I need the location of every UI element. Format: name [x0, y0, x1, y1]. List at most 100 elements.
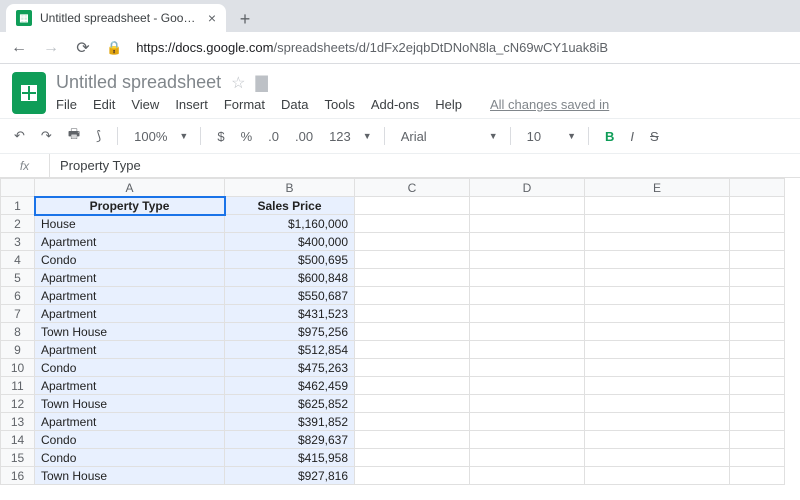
cell-E5[interactable]: [585, 269, 730, 287]
menu-addons[interactable]: Add-ons: [371, 97, 419, 112]
cell-A2[interactable]: House: [35, 215, 225, 233]
zoom-select[interactable]: 100%: [130, 127, 171, 146]
cell-B13[interactable]: $391,852: [225, 413, 355, 431]
col-header-B[interactable]: B: [225, 179, 355, 197]
cell-extra4[interactable]: [730, 251, 785, 269]
star-icon[interactable]: ☆: [231, 73, 245, 93]
cell-E16[interactable]: [585, 467, 730, 485]
cell-extra5[interactable]: [730, 269, 785, 287]
cell-D5[interactable]: [470, 269, 585, 287]
cell-D4[interactable]: [470, 251, 585, 269]
forward-button[interactable]: →: [42, 39, 60, 57]
cell-C3[interactable]: [355, 233, 470, 251]
cell-A9[interactable]: Apartment: [35, 341, 225, 359]
row-header-14[interactable]: 14: [1, 431, 35, 449]
row-header-11[interactable]: 11: [1, 377, 35, 395]
cell-B5[interactable]: $600,848: [225, 269, 355, 287]
cell-E12[interactable]: [585, 395, 730, 413]
sheets-logo[interactable]: [12, 72, 46, 114]
cell-extra14[interactable]: [730, 431, 785, 449]
cell-C12[interactable]: [355, 395, 470, 413]
row-header-13[interactable]: 13: [1, 413, 35, 431]
cell-E6[interactable]: [585, 287, 730, 305]
cell-D7[interactable]: [470, 305, 585, 323]
cell-A8[interactable]: Town House: [35, 323, 225, 341]
cell-E1[interactable]: [585, 197, 730, 215]
cell-D14[interactable]: [470, 431, 585, 449]
cell-B2[interactable]: $1,160,000: [225, 215, 355, 233]
cell-D9[interactable]: [470, 341, 585, 359]
cell-E15[interactable]: [585, 449, 730, 467]
cell-E4[interactable]: [585, 251, 730, 269]
cell-C11[interactable]: [355, 377, 470, 395]
cell-E13[interactable]: [585, 413, 730, 431]
row-header-7[interactable]: 7: [1, 305, 35, 323]
cell-D12[interactable]: [470, 395, 585, 413]
number-format-select[interactable]: 123: [325, 127, 355, 146]
cell-A1[interactable]: Property Type: [35, 197, 225, 215]
new-tab-button[interactable]: +: [232, 6, 258, 32]
cell-D10[interactable]: [470, 359, 585, 377]
cell-B16[interactable]: $927,816: [225, 467, 355, 485]
doc-title[interactable]: Untitled spreadsheet: [56, 72, 221, 93]
save-status[interactable]: All changes saved in: [490, 97, 609, 112]
cell-A15[interactable]: Condo: [35, 449, 225, 467]
cell-C1[interactable]: [355, 197, 470, 215]
cell-E10[interactable]: [585, 359, 730, 377]
url-field[interactable]: https://docs.google.com/spreadsheets/d/1…: [136, 40, 790, 55]
cell-extra1[interactable]: [730, 197, 785, 215]
cell-A16[interactable]: Town House: [35, 467, 225, 485]
col-header-extra[interactable]: [730, 179, 785, 197]
cell-C8[interactable]: [355, 323, 470, 341]
formula-input[interactable]: Property Type: [50, 158, 141, 173]
cell-extra9[interactable]: [730, 341, 785, 359]
paint-format-button[interactable]: ⟆: [92, 126, 105, 146]
cell-B4[interactable]: $500,695: [225, 251, 355, 269]
cell-A7[interactable]: Apartment: [35, 305, 225, 323]
close-tab-icon[interactable]: ×: [208, 10, 216, 26]
cell-A6[interactable]: Apartment: [35, 287, 225, 305]
fontsize-select[interactable]: 10: [523, 127, 545, 146]
cell-C16[interactable]: [355, 467, 470, 485]
back-button[interactable]: ←: [10, 39, 28, 57]
cell-E8[interactable]: [585, 323, 730, 341]
row-header-6[interactable]: 6: [1, 287, 35, 305]
row-header-10[interactable]: 10: [1, 359, 35, 377]
percent-button[interactable]: %: [237, 127, 257, 146]
menu-view[interactable]: View: [131, 97, 159, 112]
cell-extra10[interactable]: [730, 359, 785, 377]
cell-extra8[interactable]: [730, 323, 785, 341]
cell-E9[interactable]: [585, 341, 730, 359]
cell-B1[interactable]: Sales Price: [225, 197, 355, 215]
cell-extra13[interactable]: [730, 413, 785, 431]
cell-A5[interactable]: Apartment: [35, 269, 225, 287]
cell-D11[interactable]: [470, 377, 585, 395]
cell-D8[interactable]: [470, 323, 585, 341]
decrease-decimal-button[interactable]: .0: [264, 127, 283, 146]
cell-E7[interactable]: [585, 305, 730, 323]
row-header-5[interactable]: 5: [1, 269, 35, 287]
cell-E3[interactable]: [585, 233, 730, 251]
cell-C5[interactable]: [355, 269, 470, 287]
redo-button[interactable]: ↷: [37, 126, 56, 146]
cell-A13[interactable]: Apartment: [35, 413, 225, 431]
row-header-1[interactable]: 1: [1, 197, 35, 215]
cell-B10[interactable]: $475,263: [225, 359, 355, 377]
cell-C7[interactable]: [355, 305, 470, 323]
cell-C13[interactable]: [355, 413, 470, 431]
menu-data[interactable]: Data: [281, 97, 308, 112]
cell-D2[interactable]: [470, 215, 585, 233]
menu-insert[interactable]: Insert: [175, 97, 208, 112]
row-header-9[interactable]: 9: [1, 341, 35, 359]
move-folder-icon[interactable]: ▇: [255, 73, 267, 93]
cell-extra16[interactable]: [730, 467, 785, 485]
undo-button[interactable]: ↶: [10, 126, 29, 146]
col-header-D[interactable]: D: [470, 179, 585, 197]
cell-extra6[interactable]: [730, 287, 785, 305]
cell-E14[interactable]: [585, 431, 730, 449]
cell-A12[interactable]: Town House: [35, 395, 225, 413]
cell-D15[interactable]: [470, 449, 585, 467]
cell-B15[interactable]: $415,958: [225, 449, 355, 467]
select-all-cell[interactable]: [1, 179, 35, 197]
cell-A4[interactable]: Condo: [35, 251, 225, 269]
